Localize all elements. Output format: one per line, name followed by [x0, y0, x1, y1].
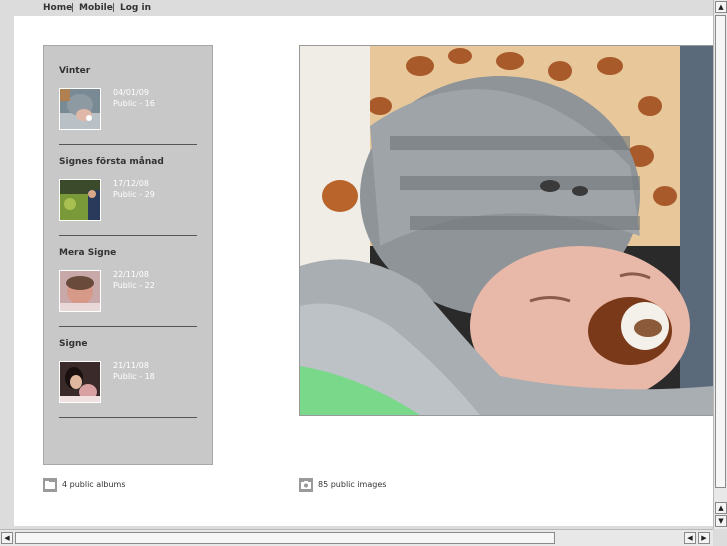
- album-divider: [59, 326, 197, 327]
- scroll-left-icon[interactable]: ◀: [1, 532, 13, 544]
- album-divider: [59, 235, 197, 236]
- album-title[interactable]: Signe: [59, 339, 88, 349]
- album-item[interactable]: Mera Signe 22/11/08 Public - 22: [59, 248, 197, 338]
- folder-icon: [43, 478, 57, 492]
- album-thumbnail[interactable]: [59, 361, 101, 403]
- public-albums-stat[interactable]: 4 public albums: [43, 478, 183, 492]
- top-nav: Home | Mobile | Log in: [0, 0, 713, 16]
- vertical-scrollbar[interactable]: ▲ ▲ ▼: [713, 0, 727, 529]
- album-item[interactable]: Vinter 04/01/09 Public - 16: [59, 66, 197, 156]
- album-item[interactable]: Signes första månad 17/12/08 Public - 29: [59, 157, 197, 247]
- album-thumbnail[interactable]: [59, 270, 101, 312]
- scrollbar-corner: [713, 529, 727, 545]
- album-count: Public - 16: [113, 99, 155, 108]
- album-count: Public - 29: [113, 190, 155, 199]
- scroll-up-icon[interactable]: ▲: [715, 1, 727, 13]
- scroll-right-icon[interactable]: ▶: [698, 532, 710, 544]
- album-thumbnail[interactable]: [59, 88, 101, 130]
- album-count: Public - 18: [113, 372, 155, 381]
- nav-home-link[interactable]: Home: [43, 0, 72, 16]
- scroll-left-icon[interactable]: ◀: [684, 532, 696, 544]
- album-date: 04/01/09: [113, 88, 149, 97]
- horizontal-scrollbar[interactable]: ◀ ◀ ▶: [0, 529, 713, 546]
- featured-photo[interactable]: [299, 45, 715, 416]
- scroll-down-icon[interactable]: ▼: [715, 515, 727, 527]
- public-images-label[interactable]: 85 public images: [318, 478, 386, 492]
- album-divider: [59, 144, 197, 145]
- album-divider: [59, 417, 197, 418]
- album-date: 17/12/08: [113, 179, 149, 188]
- album-date: 22/11/08: [113, 270, 149, 279]
- nav-mobile-link[interactable]: Mobile: [79, 0, 113, 16]
- public-albums-label[interactable]: 4 public albums: [62, 478, 125, 492]
- album-date: 21/11/08: [113, 361, 149, 370]
- nav-login-link[interactable]: Log in: [120, 0, 151, 16]
- album-sidebar: Vinter 04/01/09 Public - 16 Signes först…: [43, 45, 213, 465]
- nav-separator: |: [112, 3, 116, 13]
- album-title[interactable]: Signes första månad: [59, 157, 164, 167]
- public-images-stat[interactable]: 85 public images: [299, 478, 459, 492]
- album-count: Public - 22: [113, 281, 155, 290]
- album-thumbnail[interactable]: [59, 179, 101, 221]
- vertical-scroll-thumb[interactable]: [715, 15, 726, 488]
- album-title[interactable]: Vinter: [59, 66, 90, 76]
- album-title[interactable]: Mera Signe: [59, 248, 116, 258]
- album-item[interactable]: Signe 21/11/08 Public - 18: [59, 339, 197, 429]
- image-icon: [299, 478, 313, 492]
- horizontal-scroll-thumb[interactable]: [15, 532, 555, 544]
- main-content: Vinter 04/01/09 Public - 16 Signes först…: [14, 16, 715, 526]
- nav-separator: |: [71, 3, 75, 13]
- scroll-up-icon[interactable]: ▲: [715, 502, 727, 514]
